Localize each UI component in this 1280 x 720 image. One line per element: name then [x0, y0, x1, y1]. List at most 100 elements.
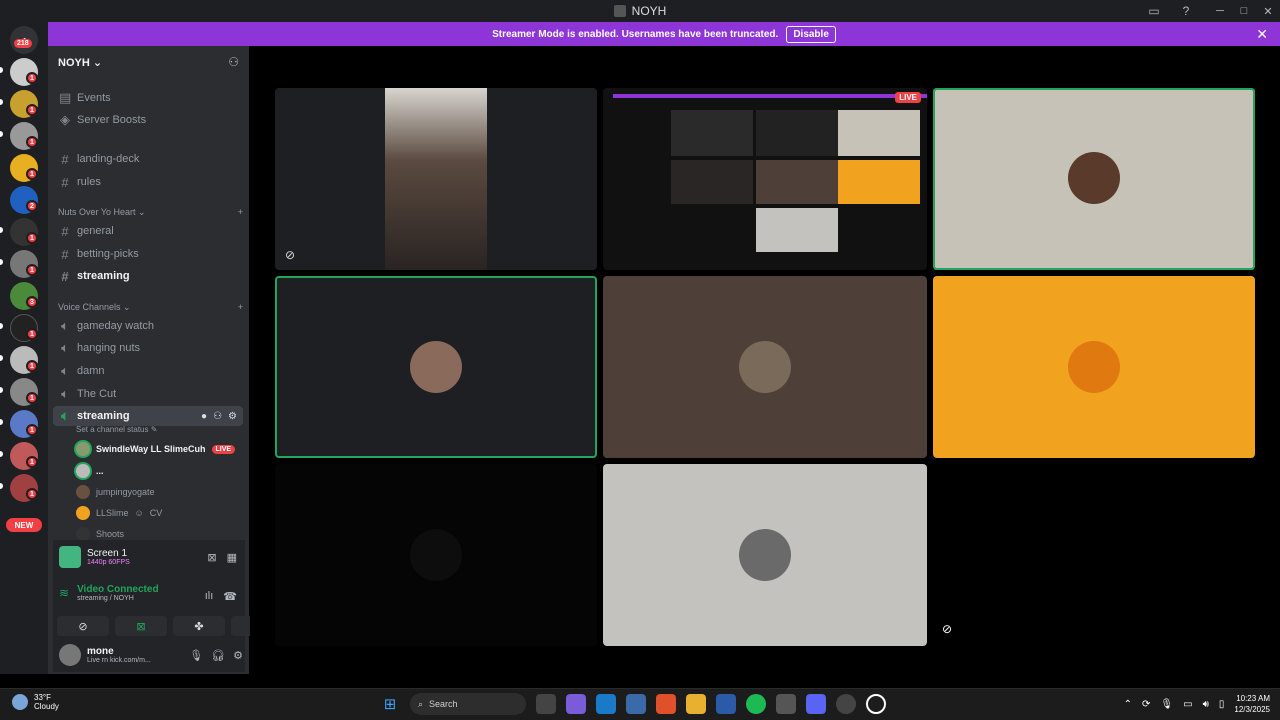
gear-icon[interactable]: ⚙: [228, 411, 237, 422]
video-tile[interactable]: ⊘: [275, 88, 597, 270]
minimize-button[interactable]: ─: [1208, 0, 1232, 22]
video-tile[interactable]: [933, 276, 1255, 458]
folder-icon[interactable]: [686, 694, 706, 714]
calendar-icon: ▤: [59, 90, 72, 105]
stream-preview-tile: [756, 160, 838, 204]
stream-preview-tile: [671, 160, 753, 204]
channel-general[interactable]: # general: [53, 221, 243, 241]
avatar: [739, 341, 791, 393]
add-channel-icon[interactable]: +: [238, 302, 243, 313]
help-icon[interactable]: ?: [1178, 3, 1194, 19]
activities-button[interactable]: ✤: [173, 616, 225, 636]
inbox-icon[interactable]: ▭: [1146, 3, 1162, 19]
hide-participants-icon[interactable]: ⊘: [942, 622, 952, 636]
speaker-icon: 🔈︎: [61, 408, 69, 423]
voice-user[interactable]: LLSlime ☺ CV: [76, 504, 162, 522]
spotify-icon[interactable]: [746, 694, 766, 714]
clock-date: 12/3/2025: [1234, 705, 1270, 714]
server-header[interactable]: NOYH ⌄ ⚇: [48, 46, 249, 78]
disconnect-icon[interactable]: ☎: [223, 590, 237, 603]
unread-pip: [0, 131, 3, 137]
disable-streamer-mode-button[interactable]: Disable: [786, 25, 836, 43]
voice-hanging-nuts[interactable]: 🔈︎ hanging nuts: [53, 338, 243, 358]
noise-suppression-icon[interactable]: ılı: [205, 590, 214, 603]
voice-gameday-watch[interactable]: 🔈︎ gameday watch: [53, 316, 243, 336]
invite-icon[interactable]: ⚇: [228, 55, 239, 69]
battery-icon[interactable]: ▯: [1219, 699, 1225, 710]
channel-label: betting-picks: [77, 248, 139, 260]
user-status: Live rn kick.com/m...: [87, 657, 151, 664]
task-view-icon[interactable]: [536, 694, 556, 714]
copilot-icon[interactable]: [566, 694, 586, 714]
voice-user[interactable]: ...: [76, 462, 104, 480]
stream-settings-icon[interactable]: ▦: [227, 551, 237, 564]
weather-widget[interactable]: 33°F Cloudy: [12, 693, 59, 711]
invite-icon[interactable]: ⚇: [213, 411, 222, 422]
stream-tile[interactable]: LIVE: [603, 88, 927, 270]
brave-icon[interactable]: [656, 694, 676, 714]
gear-icon[interactable]: ⚙: [233, 649, 243, 662]
server-rail: ◕ 218 1 1 1 1 2 1 1 3 1 1 1 1 1 1 NEW: [0, 22, 48, 674]
channel-status[interactable]: Set a channel status ✎: [76, 425, 157, 434]
video-tile[interactable]: [933, 88, 1255, 270]
user-panel: mone Live rn kick.com/m... 🎙︎ 🎧︎ ⚙: [59, 644, 243, 666]
mail-icon[interactable]: [716, 694, 736, 714]
discord-icon[interactable]: [806, 694, 826, 714]
nav-server-boosts[interactable]: ◈ Server Boosts: [53, 110, 243, 130]
microphone-icon[interactable]: 🎙︎: [189, 649, 203, 662]
server-badge: 1: [26, 72, 38, 84]
server-badge: 1: [26, 456, 38, 468]
voice-damn[interactable]: 🔈︎ damn: [53, 361, 243, 381]
video-tile[interactable]: [275, 464, 597, 646]
video-tile[interactable]: [275, 276, 597, 458]
screen-quality: 1440p 60FPS: [87, 559, 130, 566]
category-label: Voice Channels: [58, 302, 121, 312]
channel-streaming[interactable]: # streaming: [53, 266, 243, 286]
nav-events[interactable]: ▤ Events: [53, 88, 243, 108]
network-icon[interactable]: ▭: [1183, 699, 1192, 710]
connection-sub[interactable]: streaming / NOYH: [77, 595, 159, 602]
channel-betting-picks[interactable]: # betting-picks: [53, 244, 243, 264]
store-icon[interactable]: [626, 694, 646, 714]
add-channel-icon[interactable]: +: [238, 207, 243, 218]
system-tray: ⌃ ⟳ 🎙︎ ▭ 🔊︎ ▯ 10:23 AM 12/3/2025: [1124, 693, 1270, 715]
new-unreads-pill[interactable]: NEW: [6, 518, 42, 532]
video-tile[interactable]: [603, 276, 927, 458]
camera-off-button[interactable]: ⊘: [57, 616, 109, 636]
stop-stream-icon[interactable]: ⊠: [207, 551, 216, 564]
sync-icon[interactable]: ⟳: [1142, 699, 1150, 710]
chevron-up-icon[interactable]: ⌃: [1124, 699, 1132, 710]
clock[interactable]: 10:23 AM 12/3/2025: [1234, 693, 1270, 715]
server-badge: 1: [26, 424, 38, 436]
unread-pip: [0, 67, 3, 73]
chat-icon[interactable]: ●: [201, 411, 207, 422]
connection-title[interactable]: Video Connected: [77, 584, 159, 595]
obs-icon[interactable]: [866, 694, 886, 714]
channel-rules[interactable]: # rules: [53, 172, 243, 192]
avatar[interactable]: [59, 644, 81, 666]
voice-the-cut[interactable]: 🔈︎ The Cut: [53, 384, 243, 404]
voice-streaming[interactable]: 🔈︎ streaming ● ⚇ ⚙: [53, 406, 243, 426]
voice-user-name: ...: [96, 466, 104, 476]
close-window-button[interactable]: ✕: [1256, 0, 1280, 22]
app-icon[interactable]: [776, 694, 796, 714]
app-icon[interactable]: [836, 694, 856, 714]
close-banner-icon[interactable]: ✕: [1256, 26, 1268, 43]
maximize-button[interactable]: □: [1232, 0, 1256, 22]
windows-start-icon[interactable]: ⊞: [380, 694, 400, 714]
speaker-icon: 🔈︎: [61, 340, 69, 355]
voice-user[interactable]: SwindleWay LL SlimeCuh LIVE: [76, 440, 236, 458]
category-voice[interactable]: Voice Channels ⌄ +: [58, 302, 243, 313]
server-badge: 1: [26, 264, 38, 276]
search-input[interactable]: ⌕ Search: [410, 693, 526, 715]
volume-icon[interactable]: 🔊︎: [1203, 699, 1209, 710]
edge-icon[interactable]: [596, 694, 616, 714]
video-tile[interactable]: [603, 464, 927, 646]
category-text[interactable]: Nuts Over Yo Heart ⌄ +: [58, 207, 243, 218]
voice-user[interactable]: jumpingyogate: [76, 483, 155, 501]
share-screen-button[interactable]: ⊠: [115, 616, 167, 636]
channel-landing-deck[interactable]: # landing-deck: [53, 149, 243, 169]
voice-user-name: Shoots: [96, 529, 125, 539]
microphone-icon[interactable]: 🎙︎: [1160, 699, 1173, 710]
headphones-icon[interactable]: 🎧︎: [211, 649, 225, 662]
